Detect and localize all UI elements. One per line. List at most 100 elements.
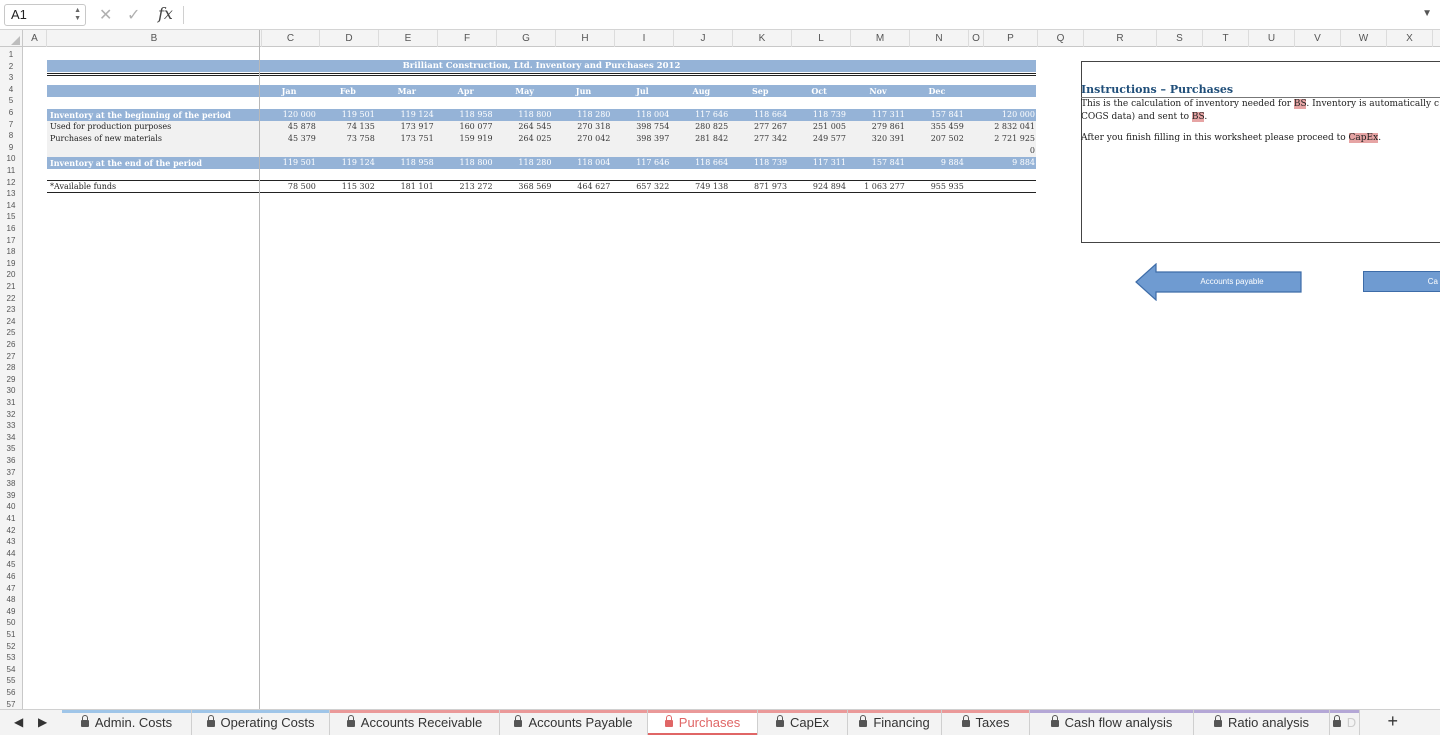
cell-value[interactable]: 119 501: [319, 109, 375, 121]
column-header-u[interactable]: U: [1249, 30, 1295, 47]
cell-value[interactable]: 871 973: [731, 181, 787, 193]
cell-value[interactable]: 117 646: [672, 109, 728, 121]
cell-value[interactable]: 173 751: [378, 133, 434, 145]
sheet-tab-purchases[interactable]: Purchases: [648, 710, 758, 735]
cell-value[interactable]: 270 042: [554, 133, 610, 145]
expand-formula-icon[interactable]: ▼: [1422, 8, 1432, 19]
cell-value[interactable]: 157 841: [849, 157, 905, 169]
bs-link[interactable]: BS: [1191, 112, 1205, 122]
column-header-k[interactable]: K: [733, 30, 792, 47]
cell-value[interactable]: 118 739: [790, 109, 846, 121]
cell-value[interactable]: 173 917: [378, 121, 434, 133]
cell-value[interactable]: 277 267: [731, 121, 787, 133]
cell-value[interactable]: 119 124: [378, 109, 434, 121]
cell-value[interactable]: 119 124: [319, 157, 375, 169]
cell-value[interactable]: 264 025: [496, 133, 551, 145]
cell-value[interactable]: 270 318: [554, 121, 610, 133]
column-header-i[interactable]: I: [615, 30, 674, 47]
sheet-tab-accounts-payable[interactable]: Accounts Payable: [500, 710, 648, 735]
cell-value[interactable]: 74 135: [319, 121, 375, 133]
cell-value[interactable]: 120 000: [260, 109, 316, 121]
sheet-tab-financing[interactable]: Financing: [848, 710, 942, 735]
bs-link[interactable]: BS: [1293, 99, 1307, 109]
column-header-p[interactable]: P: [984, 30, 1038, 47]
function-icon[interactable]: fx: [158, 4, 173, 23]
capex-link[interactable]: CapEx: [1348, 133, 1379, 143]
column-header-w[interactable]: W: [1341, 30, 1387, 47]
column-header-c[interactable]: C: [262, 30, 320, 47]
column-header-m[interactable]: M: [851, 30, 910, 47]
cell-value[interactable]: 117 311: [790, 157, 846, 169]
column-header-h[interactable]: H: [556, 30, 615, 47]
sheet-tab-accounts-receivable[interactable]: Accounts Receivable: [330, 710, 500, 735]
cell-value[interactable]: 160 077: [437, 121, 493, 133]
sheet-tab-capex[interactable]: CapEx: [758, 710, 848, 735]
cell-value[interactable]: 398 754: [613, 121, 669, 133]
capex-arrow-button[interactable]: Ca: [1363, 271, 1440, 292]
cell-value[interactable]: 277 342: [731, 133, 787, 145]
row-label[interactable]: Inventory at the beginning of the period: [50, 109, 231, 121]
cell-value[interactable]: 9 884: [979, 157, 1035, 169]
column-header-j[interactable]: J: [674, 30, 733, 47]
cell-value[interactable]: 320 391: [849, 133, 905, 145]
cell-value[interactable]: 368 569: [496, 181, 551, 193]
cell-value[interactable]: 118 280: [496, 157, 551, 169]
column-header-x[interactable]: X: [1387, 30, 1433, 47]
select-all-corner[interactable]: [0, 30, 23, 47]
cell-value[interactable]: 118 664: [672, 157, 728, 169]
column-header-g[interactable]: G: [497, 30, 556, 47]
cell-value[interactable]: 749 138: [672, 181, 728, 193]
cell-value[interactable]: 118 958: [378, 157, 434, 169]
sheet-tab-ratio-analysis[interactable]: Ratio analysis: [1194, 710, 1330, 735]
cell-value[interactable]: 118 800: [437, 157, 493, 169]
cell-value[interactable]: 280 825: [672, 121, 728, 133]
cell-value[interactable]: 398 397: [613, 133, 669, 145]
cell-value[interactable]: 118 739: [731, 157, 787, 169]
column-header-n[interactable]: N: [910, 30, 969, 47]
row-label[interactable]: Purchases of new materials: [50, 133, 162, 145]
cell-value[interactable]: 118 958: [437, 109, 493, 121]
row-label[interactable]: Used for production purposes: [50, 121, 171, 133]
column-header-o[interactable]: O: [969, 30, 984, 47]
cell-value[interactable]: 117 646: [613, 157, 669, 169]
cell-value[interactable]: 119 501: [260, 157, 316, 169]
cell-value[interactable]: 78 500: [260, 181, 316, 193]
cell-value[interactable]: 355 459: [908, 121, 964, 133]
cell-value[interactable]: 213 272: [437, 181, 493, 193]
cell-value[interactable]: 281 842: [672, 133, 728, 145]
name-box[interactable]: A1 ▲ ▼: [4, 4, 86, 26]
column-header-s[interactable]: S: [1157, 30, 1203, 47]
cell-value[interactable]: 115 302: [319, 181, 375, 193]
cell-value[interactable]: 207 502: [908, 133, 964, 145]
cell-value[interactable]: 1 063 277: [849, 181, 905, 193]
cell-value[interactable]: 118 280: [554, 109, 610, 121]
sheet-tab-admin-costs[interactable]: Admin. Costs: [62, 710, 192, 735]
cell-value[interactable]: 120 000: [979, 109, 1035, 121]
cell-value[interactable]: 657 322: [613, 181, 669, 193]
sheet-tab-cash-flow-analysis[interactable]: Cash flow analysis: [1030, 710, 1194, 735]
cell-value[interactable]: 2 832 041: [979, 121, 1035, 133]
cell-value[interactable]: 118 664: [731, 109, 787, 121]
cell-value[interactable]: 157 841: [908, 109, 964, 121]
cell-value[interactable]: 249 577: [790, 133, 846, 145]
column-header-f[interactable]: F: [438, 30, 497, 47]
column-header-b[interactable]: B: [47, 30, 262, 47]
sheet-tab-taxes[interactable]: Taxes: [942, 710, 1030, 735]
cell-value[interactable]: 2 721 925: [979, 133, 1035, 145]
cell-value[interactable]: 159 919: [437, 133, 493, 145]
column-header-e[interactable]: E: [379, 30, 438, 47]
row-label[interactable]: Inventory at the end of the period: [50, 157, 202, 169]
confirm-icon[interactable]: ✓: [127, 5, 140, 25]
cell-value[interactable]: 181 101: [378, 181, 434, 193]
cell-value[interactable]: 118 004: [613, 109, 669, 121]
cell-value[interactable]: 464 627: [554, 181, 610, 193]
accounts-payable-arrow-button[interactable]: Accounts payable: [1135, 262, 1305, 302]
cell-value[interactable]: 118 800: [496, 109, 551, 121]
add-sheet-button[interactable]: +: [1387, 711, 1398, 732]
column-header-l[interactable]: L: [792, 30, 851, 47]
column-header-d[interactable]: D: [320, 30, 379, 47]
cell-value[interactable]: 279 861: [849, 121, 905, 133]
column-header-a[interactable]: A: [23, 30, 47, 47]
cell-value[interactable]: 73 758: [319, 133, 375, 145]
cell-value[interactable]: 118 004: [554, 157, 610, 169]
